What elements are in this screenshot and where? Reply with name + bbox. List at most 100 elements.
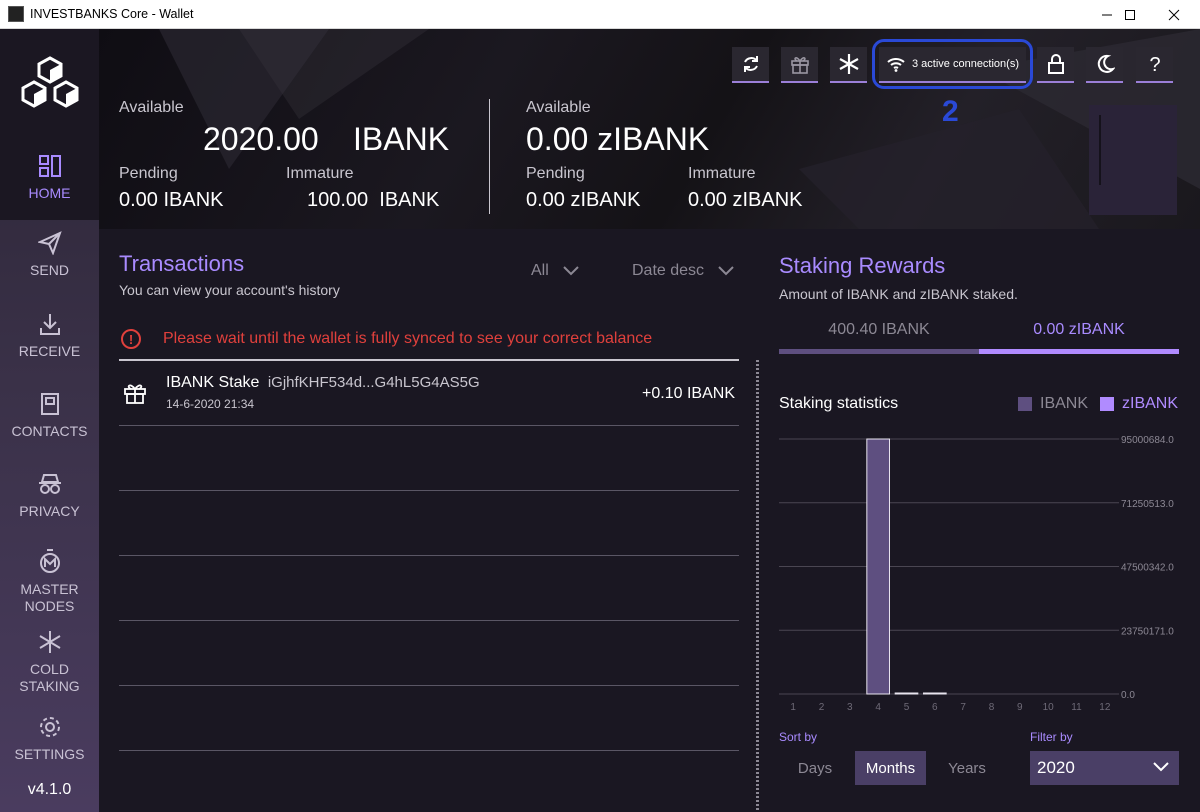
staking-stats-header: Staking statistics IBANK zIBANK xyxy=(779,393,1179,417)
y-tick-label: 23750171.0 xyxy=(1121,626,1174,637)
zibank-pending-value: 0.00 zIBANK xyxy=(526,189,641,211)
sync-button[interactable] xyxy=(732,47,769,83)
legend-ibank-label: IBANK xyxy=(1040,395,1089,412)
home-icon xyxy=(38,155,61,177)
sidebar-item-label: RECEIVE xyxy=(18,343,81,359)
row-divider xyxy=(119,750,739,751)
transactions-panel: Transactions You can view your account's… xyxy=(99,229,756,812)
x-tick-label: 2 xyxy=(819,702,825,713)
tab-ibank-indicator xyxy=(779,349,979,354)
filter-by-label: Filter by xyxy=(1030,730,1073,744)
balance-divider xyxy=(489,99,490,214)
zibank-available-value: 0.00 zIBANK xyxy=(526,121,710,157)
tab-zibank-indicator xyxy=(979,349,1179,354)
avatar[interactable] xyxy=(1089,105,1177,215)
connections-highlight xyxy=(872,39,1033,89)
maximize-button[interactable] xyxy=(1107,0,1153,29)
chart-bar-ibank xyxy=(894,692,919,695)
y-tick-label: 95000684.0 xyxy=(1121,435,1174,446)
transaction-address: iGjhfKHF534d...G4hL5G4AS5G xyxy=(267,374,480,391)
lock-button[interactable] xyxy=(1037,47,1074,83)
sidebar-item-receive[interactable]: RECEIVE xyxy=(0,312,99,359)
x-tick-label: 5 xyxy=(904,702,910,713)
sidebar-item-label: COLD STAKING xyxy=(19,661,80,694)
legend-zibank-label: zIBANK xyxy=(1122,395,1179,412)
staking-subtitle: Amount of IBANK and zIBANK staked. xyxy=(779,286,1018,302)
transaction-type-value: All xyxy=(531,262,549,279)
transaction-date: 14-6-2020 21:34 xyxy=(166,397,255,411)
year-filter-select[interactable]: 2020 xyxy=(1030,751,1179,785)
sync-warning: ! Please wait until the wallet is fully … xyxy=(121,329,652,349)
window-title: INVESTBANKS Core - Wallet xyxy=(30,7,194,21)
sidebar: HOME SEND RECEIVE CONTACTS PRIVACY MASTE… xyxy=(0,29,99,812)
zibank-pending-label: Pending xyxy=(526,165,585,182)
rewards-button[interactable] xyxy=(781,47,818,83)
chevron-down-icon xyxy=(1153,762,1169,772)
privacy-icon xyxy=(38,474,61,494)
row-divider xyxy=(119,425,739,426)
help-button[interactable]: ? xyxy=(1136,47,1173,83)
snowflake-icon xyxy=(38,631,61,653)
sidebar-item-home[interactable]: HOME xyxy=(0,140,99,220)
transaction-type-filter[interactable]: All xyxy=(531,262,579,280)
chevron-down-icon xyxy=(563,266,579,276)
sync-warning-text: Please wait until the wallet is fully sy… xyxy=(163,330,653,347)
year-filter-value: 2020 xyxy=(1037,758,1075,777)
transaction-type: IBANK Stake xyxy=(166,374,260,391)
x-tick-label: 7 xyxy=(960,702,966,713)
x-tick-label: 8 xyxy=(989,702,995,713)
refresh-icon xyxy=(743,56,758,72)
x-tick-label: 10 xyxy=(1043,702,1055,713)
theme-toggle-button[interactable] xyxy=(1086,47,1123,83)
x-tick-label: 11 xyxy=(1071,702,1082,713)
row-divider xyxy=(119,490,739,491)
sidebar-item-contacts[interactable]: CONTACTS xyxy=(0,392,99,439)
legend-zibank: zIBANK xyxy=(1100,395,1178,413)
x-tick-label: 3 xyxy=(847,702,853,713)
ibank-pending-label: Pending xyxy=(119,165,178,182)
sidebar-item-settings[interactable]: SETTINGS xyxy=(0,715,99,762)
chart-bar-ibank xyxy=(923,692,947,695)
sort-years-button[interactable]: Years xyxy=(930,751,1004,785)
zibank-available-label: Available xyxy=(526,99,591,116)
sidebar-item-masternodes[interactable]: MASTER NODES xyxy=(0,548,99,615)
x-tick-label: 4 xyxy=(875,702,881,713)
x-tick-label: 9 xyxy=(1017,702,1023,713)
sort-days-button[interactable]: Days xyxy=(779,751,851,785)
contacts-icon xyxy=(40,393,59,415)
row-divider xyxy=(119,620,739,621)
transaction-sort-value: Date desc xyxy=(632,262,705,279)
gift-icon xyxy=(790,57,809,74)
sidebar-item-cold-staking[interactable]: COLD STAKING xyxy=(0,630,99,695)
staking-chart: 95000684.0 71250513.0 47500342.0 23750171.0… xyxy=(779,435,1174,713)
legend-zibank-swatch xyxy=(1100,397,1114,411)
app-icon xyxy=(8,6,24,22)
sort-months-button[interactable]: Months xyxy=(855,751,926,785)
table-row[interactable]: IBANK Stake iGjhfKHF534d...G4hL5G4AS5G 1… xyxy=(119,365,739,425)
moon-icon xyxy=(1097,54,1115,73)
panel-scrollbar[interactable] xyxy=(756,360,759,812)
y-tick-label: 0.0 xyxy=(1121,690,1135,701)
masternodes-icon xyxy=(39,549,60,573)
send-icon xyxy=(37,231,62,255)
tab-zibank[interactable]: 0.00 zIBANK xyxy=(979,321,1179,339)
sidebar-item-label: CONTACTS xyxy=(11,423,88,439)
chevron-down-icon xyxy=(718,266,734,276)
tab-ibank[interactable]: 400.40 IBANK xyxy=(779,321,979,339)
legend-ibank: IBANK xyxy=(1018,395,1088,413)
close-button[interactable] xyxy=(1151,0,1197,29)
transactions-subtitle: You can view your account's history xyxy=(119,282,340,298)
annotation-number: 2 xyxy=(942,95,959,128)
ibank-immature-value: 100.00 IBANK xyxy=(307,189,440,211)
transaction-sort-dropdown[interactable]: Date desc xyxy=(632,262,734,280)
zibank-immature-label: Immature xyxy=(688,165,756,182)
transaction-amount: +0.10 IBANK xyxy=(642,385,735,402)
row-divider xyxy=(119,555,739,556)
sidebar-item-label: PRIVACY xyxy=(19,503,80,519)
ibank-immature-label: Immature xyxy=(286,165,354,182)
cold-staking-button[interactable] xyxy=(830,47,867,83)
sidebar-item-privacy[interactable]: PRIVACY xyxy=(0,472,99,519)
x-tick-label: 12 xyxy=(1099,702,1111,713)
sidebar-item-send[interactable]: SEND xyxy=(0,231,99,278)
staking-panel: Staking Rewards Amount of IBANK and zIBA… xyxy=(760,229,1200,812)
